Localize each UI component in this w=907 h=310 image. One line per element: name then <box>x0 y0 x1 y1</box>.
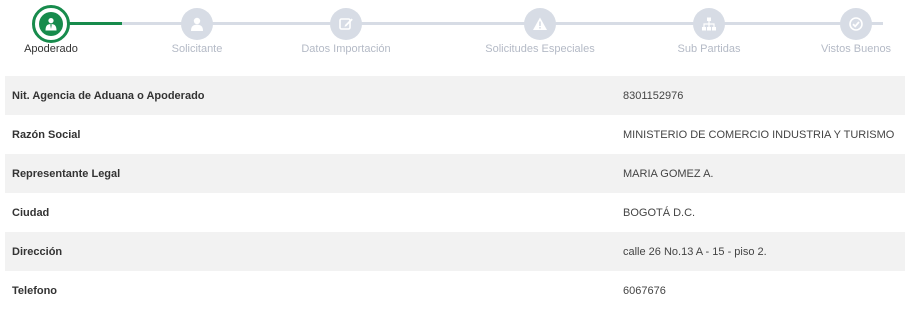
field-value-razon-social: MINISTERIO DE COMERCIO INDUSTRIA Y TURIS… <box>623 128 895 141</box>
step-label-datos-importacion: Datos Importación <box>301 43 391 55</box>
table-row: Dirección calle 26 No.13 A - 15 - piso 2… <box>5 232 905 271</box>
step-label-solicitudes-especiales: Solicitudes Especiales <box>485 43 595 55</box>
step-sub-partidas[interactable]: Sub Partidas <box>634 0 784 76</box>
field-label-razon-social: Razón Social <box>12 128 81 141</box>
edit-icon <box>339 18 353 30</box>
field-label-nit: Nit. Agencia de Aduana o Apoderado <box>12 89 205 102</box>
check-circle-icon <box>849 17 863 31</box>
step-circle-datos-importacion <box>330 8 362 40</box>
field-label-telefono: Telefono <box>12 284 58 297</box>
field-label-direccion: Dirección <box>12 245 63 258</box>
field-value-representante-legal: MARIA GOMEZ A. <box>623 167 714 180</box>
step-circle-solicitante <box>181 8 213 40</box>
table-row: Nit. Agencia de Aduana o Apoderado 83011… <box>5 76 905 115</box>
field-value-direccion: calle 26 No.13 A - 15 - piso 2. <box>623 245 767 258</box>
wizard-stepper: Apoderado Solicitante Datos Importación <box>0 0 907 76</box>
table-row: Representante Legal MARIA GOMEZ A. <box>5 154 905 193</box>
user-tie-icon <box>45 18 57 31</box>
table-row: Telefono 6067676 <box>5 271 905 310</box>
step-solicitudes-especiales[interactable]: Solicitudes Especiales <box>465 0 615 76</box>
table-row: Ciudad BOGOTÁ D.C. <box>5 193 905 232</box>
step-circle-apoderado <box>32 5 70 43</box>
field-value-ciudad: BOGOTÁ D.C. <box>623 206 696 219</box>
step-vistos-buenos[interactable]: Vistos Buenos <box>781 0 907 76</box>
sitemap-icon <box>702 17 716 31</box>
field-value-nit: 8301152976 <box>623 89 684 102</box>
table-row: Razón Social MINISTERIO DE COMERCIO INDU… <box>5 115 905 154</box>
user-icon <box>191 17 203 31</box>
step-circle-sub-partidas <box>693 8 725 40</box>
step-apoderado[interactable]: Apoderado <box>0 0 126 76</box>
step-label-sub-partidas: Sub Partidas <box>677 43 741 55</box>
step-circle-vistos-buenos <box>840 8 872 40</box>
warning-icon <box>533 17 547 30</box>
step-label-apoderado: Apoderado <box>24 43 78 55</box>
field-label-representante-legal: Representante Legal <box>12 167 121 180</box>
step-solicitante[interactable]: Solicitante <box>122 0 272 76</box>
apoderado-details-table: Nit. Agencia de Aduana o Apoderado 83011… <box>5 76 905 310</box>
step-datos-importacion[interactable]: Datos Importación <box>271 0 421 76</box>
step-label-vistos-buenos: Vistos Buenos <box>820 43 892 55</box>
step-circle-solicitudes-especiales <box>524 8 556 40</box>
step-label-solicitante: Solicitante <box>171 43 223 55</box>
field-value-telefono: 6067676 <box>623 284 666 297</box>
field-label-ciudad: Ciudad <box>12 206 50 219</box>
